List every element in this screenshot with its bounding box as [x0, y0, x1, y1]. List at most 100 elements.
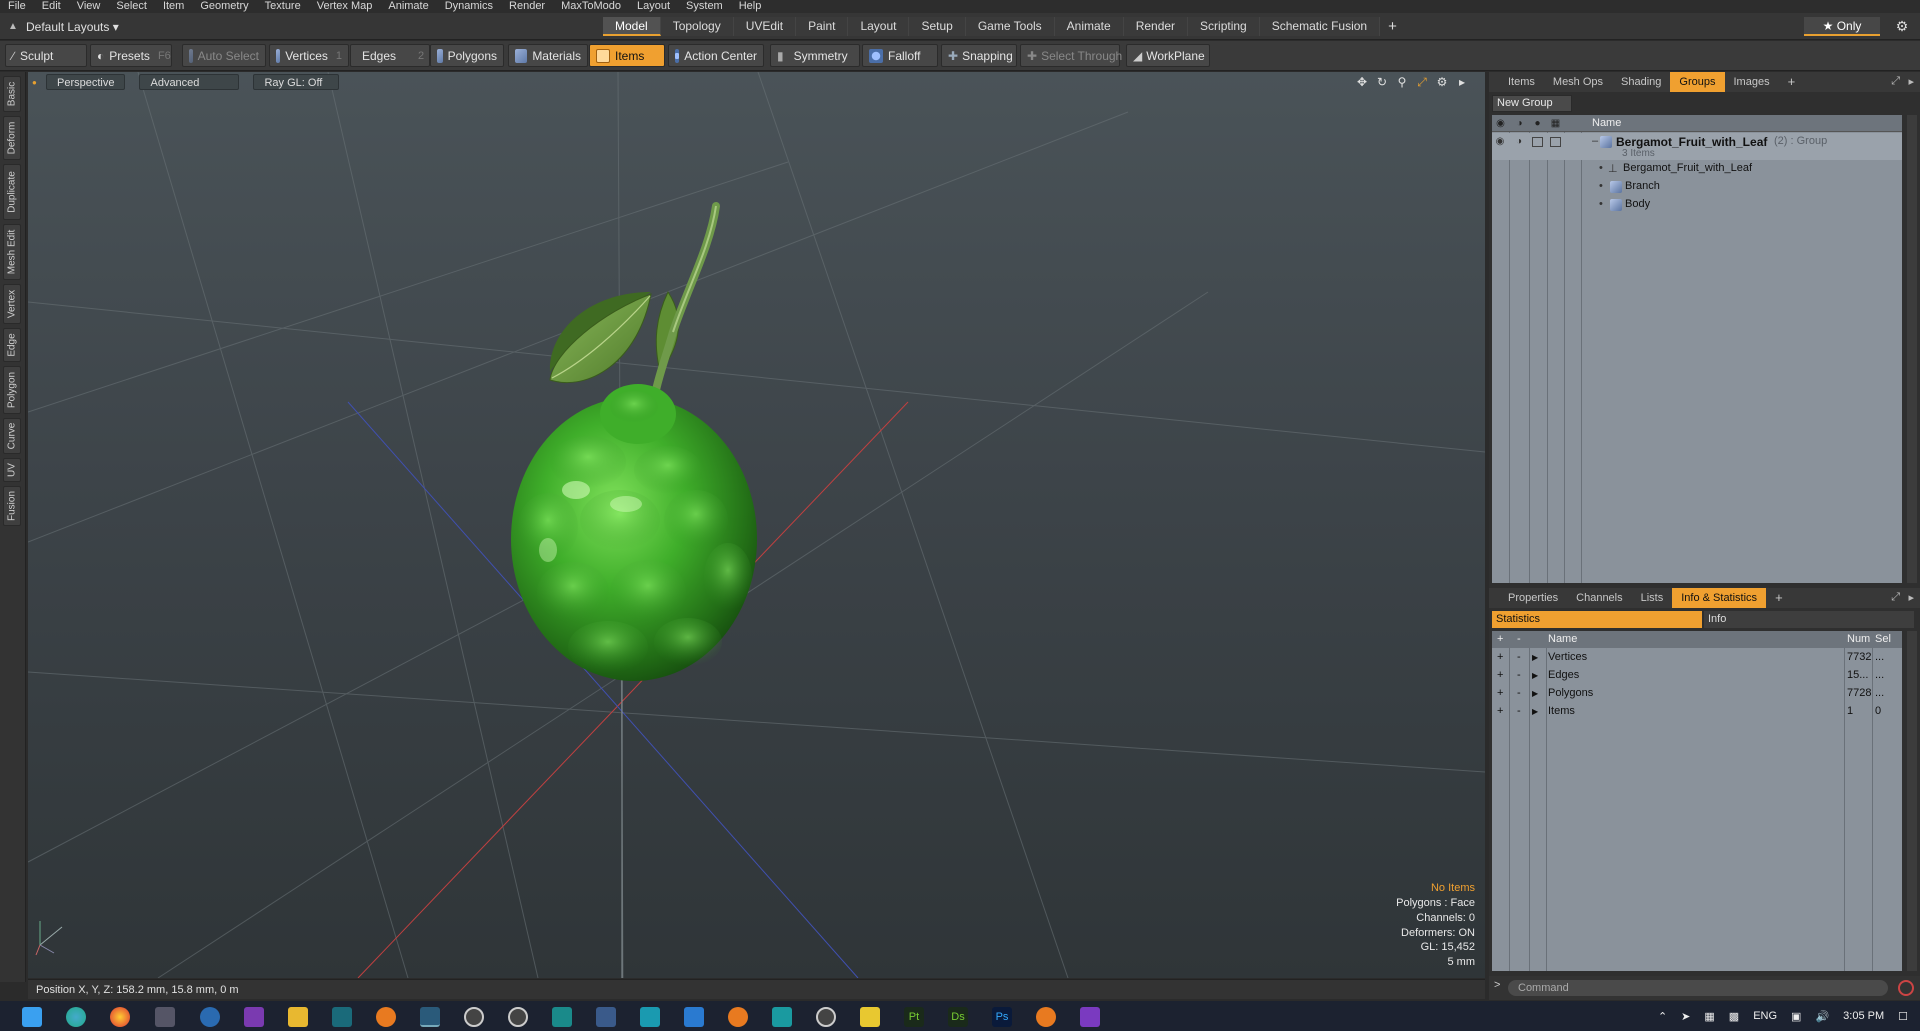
expand-arrow-icon[interactable]: ▶ [1532, 689, 1538, 698]
expand-arrow-icon[interactable]: ▶ [1532, 653, 1538, 662]
tab-channels[interactable]: Channels [1567, 588, 1631, 608]
vtab-vertex[interactable]: Vertex [3, 284, 21, 324]
clock[interactable]: 3:05 PM [1843, 1010, 1884, 1023]
painter-icon[interactable]: Pt [904, 1007, 924, 1027]
collapse-up-icon[interactable]: ▲ [0, 21, 26, 32]
properties-menu-icon[interactable]: ▸ [1908, 591, 1914, 604]
menu-maxtomodo[interactable]: MaxToModo [553, 0, 629, 13]
edge-browser-icon[interactable] [66, 1007, 86, 1027]
tab-lists[interactable]: Lists [1632, 588, 1673, 608]
security-icon[interactable]: ▦ [1704, 1010, 1714, 1023]
tab-uvedit[interactable]: UVEdit [733, 17, 797, 36]
select-checkbox[interactable] [1550, 137, 1561, 147]
visual-studio-icon[interactable] [1080, 1007, 1100, 1027]
add-panel-tab-button[interactable]: + [1779, 72, 1805, 92]
stats-row-vertices[interactable]: + - ▶ Vertices 7732 ... [1492, 649, 1902, 667]
symmetry-button[interactable]: ▮ Symmetry [770, 44, 860, 67]
gear-icon[interactable]: ⚙ [1892, 17, 1912, 36]
remove-button[interactable]: - [1517, 687, 1521, 699]
action-center-button[interactable]: Action Center [668, 44, 764, 67]
maya-icon[interactable] [772, 1007, 792, 1027]
falloff-button[interactable]: Falloff [862, 44, 938, 67]
materials-button[interactable]: Materials [508, 44, 588, 67]
vtab-uv[interactable]: UV [3, 458, 21, 482]
command-input[interactable]: Command [1508, 980, 1888, 996]
visibility-eye-icon[interactable]: ◉ [1494, 136, 1506, 148]
remove-button[interactable]: - [1517, 651, 1521, 663]
tab-layout[interactable]: Layout [848, 17, 910, 36]
vtab-curve[interactable]: Curve [3, 418, 21, 454]
groups-scrollbar[interactable] [1907, 115, 1917, 583]
presets-button[interactable]: ◐ Presets F6 [90, 44, 172, 67]
monitor-icon[interactable]: ▣ [1791, 1010, 1801, 1023]
tray-chevron-icon[interactable]: ⌃ [1658, 1010, 1667, 1023]
3d-viewport[interactable]: ● Perspective Advanced Ray GL: Off ✥ ↻ ⚲… [28, 72, 1485, 978]
designer-icon[interactable]: Ds [948, 1007, 968, 1027]
app-icon-5[interactable] [596, 1007, 616, 1027]
edges-button[interactable]: Edges 2 [350, 44, 430, 67]
tab-images[interactable]: Images [1725, 72, 1779, 92]
blender-alt-icon[interactable] [728, 1007, 748, 1027]
remove-button[interactable]: - [1517, 669, 1521, 681]
photoshop-icon[interactable]: Ps [992, 1007, 1012, 1027]
vtab-edge[interactable]: Edge [3, 328, 21, 362]
collapse-all-button[interactable]: - [1517, 633, 1521, 645]
tab-topology[interactable]: Topology [660, 17, 734, 36]
menu-edit[interactable]: Edit [34, 0, 69, 13]
calculator-icon[interactable] [155, 1007, 175, 1027]
expand-arrow-icon[interactable]: ▶ [1532, 707, 1538, 716]
add-button[interactable]: + [1497, 687, 1503, 699]
menu-layout[interactable]: Layout [629, 0, 678, 13]
zoom-icon[interactable]: ⚲ [1395, 75, 1409, 89]
expand-all-button[interactable]: + [1497, 633, 1503, 645]
notifications-icon[interactable]: ☐ [1898, 1010, 1908, 1023]
app-icon-4[interactable] [552, 1007, 572, 1027]
viewport-settings-icon[interactable]: ⚙ [1435, 75, 1449, 89]
windows-start-icon[interactable] [22, 1007, 42, 1027]
expand-arrow-icon[interactable]: ▶ [1532, 671, 1538, 680]
tab-shading[interactable]: Shading [1612, 72, 1670, 92]
group-row[interactable]: ◉ ◑ – Bergamot_Fruit_with_Leaf (2) : Gro… [1492, 133, 1902, 160]
polygons-button[interactable]: Polygons [430, 44, 504, 67]
workplane-button[interactable]: ◢ WorkPlane [1126, 44, 1210, 67]
tab-properties[interactable]: Properties [1499, 588, 1567, 608]
tab-mesh-ops[interactable]: Mesh Ops [1544, 72, 1612, 92]
3dsmax-alt-icon[interactable] [684, 1007, 704, 1027]
panel-menu-icon[interactable]: ▸ [1908, 75, 1914, 88]
menu-file[interactable]: File [0, 0, 34, 13]
tab-setup[interactable]: Setup [909, 17, 966, 36]
sculpt-button[interactable]: ∕ Sculpt [5, 44, 87, 67]
menu-help[interactable]: Help [731, 0, 770, 13]
menu-geometry[interactable]: Geometry [192, 0, 256, 13]
stats-row-edges[interactable]: + - ▶ Edges 15... ... [1492, 667, 1902, 685]
vtab-polygon[interactable]: Polygon [3, 366, 21, 414]
chrome-icon[interactable] [110, 1007, 130, 1027]
snapping-button[interactable]: ✚ Snapping [941, 44, 1017, 67]
menu-select[interactable]: Select [108, 0, 155, 13]
stats-row-polygons[interactable]: + - ▶ Polygons 7728 ... [1492, 685, 1902, 703]
add-button[interactable]: + [1497, 651, 1503, 663]
layout-preset-menu[interactable]: ▲ Default Layouts ▾ [0, 13, 119, 40]
items-button[interactable]: Items [589, 44, 665, 67]
tab-info-statistics[interactable]: Info & Statistics [1672, 588, 1767, 608]
render-toggle-icon[interactable]: ◑ [1513, 136, 1525, 148]
viewport-menu-icon[interactable]: ● [32, 78, 40, 87]
tab-items[interactable]: Items [1499, 72, 1544, 92]
vtab-fusion[interactable]: Fusion [3, 486, 21, 526]
file-explorer-icon[interactable] [288, 1007, 308, 1027]
stats-row-items[interactable]: + - ▶ Items 1 0 [1492, 703, 1902, 721]
network-icon[interactable]: ➤ [1681, 1010, 1690, 1023]
rotate-icon[interactable]: ↻ [1375, 75, 1389, 89]
expand-panel-icon[interactable]: ⤢ [1891, 75, 1900, 88]
group-child-row[interactable]: • Body [1492, 196, 1902, 214]
subtab-info[interactable]: Info [1704, 611, 1914, 628]
app-icon-7[interactable] [860, 1007, 880, 1027]
remove-button[interactable]: - [1517, 705, 1521, 717]
onenote-icon[interactable] [244, 1007, 264, 1027]
menu-dynamics[interactable]: Dynamics [437, 0, 501, 13]
menu-system[interactable]: System [678, 0, 731, 13]
subtab-statistics[interactable]: Statistics [1492, 611, 1702, 628]
pan-icon[interactable]: ✥ [1355, 75, 1369, 89]
tab-animate[interactable]: Animate [1054, 17, 1124, 36]
vtab-mesh-edit[interactable]: Mesh Edit [3, 224, 21, 280]
